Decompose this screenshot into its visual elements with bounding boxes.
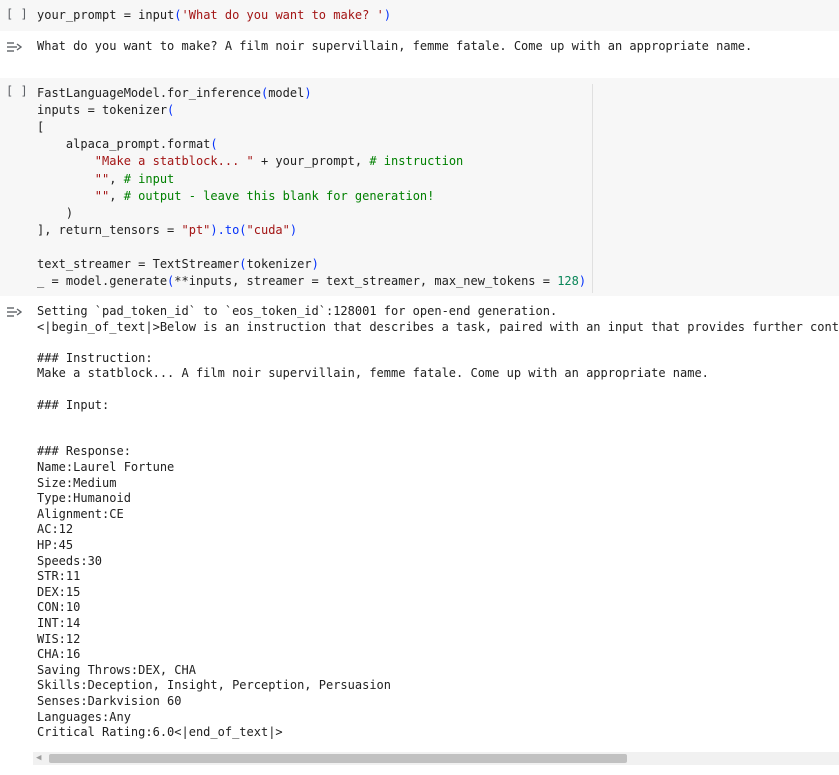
code-line[interactable]: "", # output - leave this blank for gene… [37, 188, 435, 204]
output-text: What do you want to make? A film noir su… [37, 39, 753, 53]
code-token: ( [167, 103, 175, 117]
code-line[interactable]: [ [37, 119, 44, 135]
code-token: tokenizer [246, 257, 312, 271]
run-cell-button[interactable]: [ ] [6, 7, 28, 21]
code-token: ) [37, 206, 74, 220]
output-line: ### Instruction: [37, 350, 153, 365]
code-token: ) [289, 223, 298, 237]
output-line: HP:45 [37, 538, 74, 552]
code-token: inputs = tokenizer [37, 103, 168, 117]
output-line: WIS:12 [37, 631, 81, 646]
output-line: Speeds:30 [37, 553, 103, 568]
code-line[interactable]: text_streamer = TextStreamer(tokenizer) [37, 256, 319, 272]
code-token: # input [123, 172, 175, 186]
output-line: CHA:16 [37, 647, 81, 662]
code-line[interactable]: "Make a statblock... " + your_prompt, # … [37, 153, 463, 169]
code-token: your_prompt [37, 8, 117, 22]
code-cell-1[interactable]: [ ] your_prompt = input('What do you wan… [0, 0, 839, 31]
code-line[interactable]: inputs = tokenizer( [37, 102, 174, 118]
code-token: ) [304, 86, 312, 100]
code-token: ).to( [210, 223, 247, 237]
code-line[interactable]: your_prompt = input('What do you want to… [37, 7, 391, 23]
code-token: 128 [557, 274, 579, 288]
code-token: "Make a statblock... " [37, 154, 254, 168]
code-token: "" [37, 189, 110, 203]
output-line: Type:Humanoid [37, 491, 131, 506]
cell-divider [592, 84, 593, 293]
output-toggle-icon[interactable] [6, 39, 22, 55]
code-token: ( [210, 137, 218, 151]
output-line: Senses:Darkvision 60 [37, 694, 182, 708]
output-line: Languages:Any [37, 709, 131, 724]
output-line: Setting `pad_token_id` to `eos_token_id`… [37, 304, 558, 318]
scroll-left-arrow-icon[interactable]: ◀ [36, 752, 41, 765]
code-line[interactable]: ], return_tensors = "pt").to("cuda") [37, 222, 297, 238]
output-line: Name:Laurel Fortune [37, 460, 175, 474]
code-token: **inputs, streamer = text_streamer, max_… [174, 274, 558, 288]
code-token: ) [578, 274, 587, 288]
output-line: AC:12 [37, 522, 74, 537]
code-line[interactable]: _ = model.generate(**inputs, streamer = … [37, 273, 586, 289]
code-token: # output - leave this blank for generati… [123, 189, 435, 203]
code-token: _ = model.generate [37, 274, 168, 288]
code-token: "" [37, 172, 110, 186]
code-line[interactable]: FastLanguageModel.for_inference(model) [37, 85, 312, 101]
code-token: text_streamer = TextStreamer [37, 257, 240, 271]
code-token: [ [37, 120, 45, 134]
output-line: Size:Medium [37, 475, 117, 490]
run-cell-button[interactable]: [ ] [6, 84, 28, 98]
output-line: DEX:15 [37, 584, 81, 599]
output-line: ### Input: [37, 397, 110, 412]
output-line: Critical Rating:6.0<|end_of_text|> [37, 725, 283, 740]
code-token: 'What do you want to make? ' [181, 8, 384, 22]
output-line: Saving Throws:DEX, CHA [37, 662, 196, 677]
code-token: input [138, 8, 175, 22]
output-toggle-icon[interactable] [6, 304, 22, 320]
code-token: model [268, 86, 305, 100]
output-line: INT:14 [37, 616, 81, 630]
code-token: , [109, 189, 124, 203]
code-token: "cuda" [246, 223, 290, 237]
code-token: ], return_tensors = [37, 223, 182, 237]
code-token: = [116, 8, 139, 22]
code-token: ) [383, 8, 392, 22]
output-line: ### Response: [37, 444, 131, 459]
output-line: <|begin_of_text|>Below is an instruction… [37, 319, 839, 334]
output-cell-1: What do you want to make? A film noir su… [0, 31, 839, 75]
output-line: Skills:Deception, Insight, Perception, P… [37, 678, 392, 693]
code-token: alpaca_prompt.format [37, 137, 211, 151]
output-line: Make a statblock... A film noir supervil… [37, 366, 709, 381]
output-line: CON:10 [37, 600, 81, 615]
output-line: Alignment:CE [37, 506, 124, 521]
output-line: STR:11 [37, 569, 81, 584]
code-token: ( [174, 8, 182, 22]
code-token: + your_prompt, [253, 154, 370, 168]
code-line[interactable]: alpaca_prompt.format( [37, 136, 218, 152]
code-line[interactable]: ) [37, 205, 73, 221]
code-token: ) [311, 257, 319, 271]
code-line[interactable]: "", # input [37, 171, 174, 187]
code-token: # instruction [369, 154, 464, 168]
code-token: ( [239, 257, 247, 271]
code-token: , [109, 172, 124, 186]
code-token: "pt" [181, 223, 211, 237]
scrollbar-thumb[interactable] [49, 754, 627, 763]
code-token: FastLanguageModel.for_inference [37, 86, 261, 100]
